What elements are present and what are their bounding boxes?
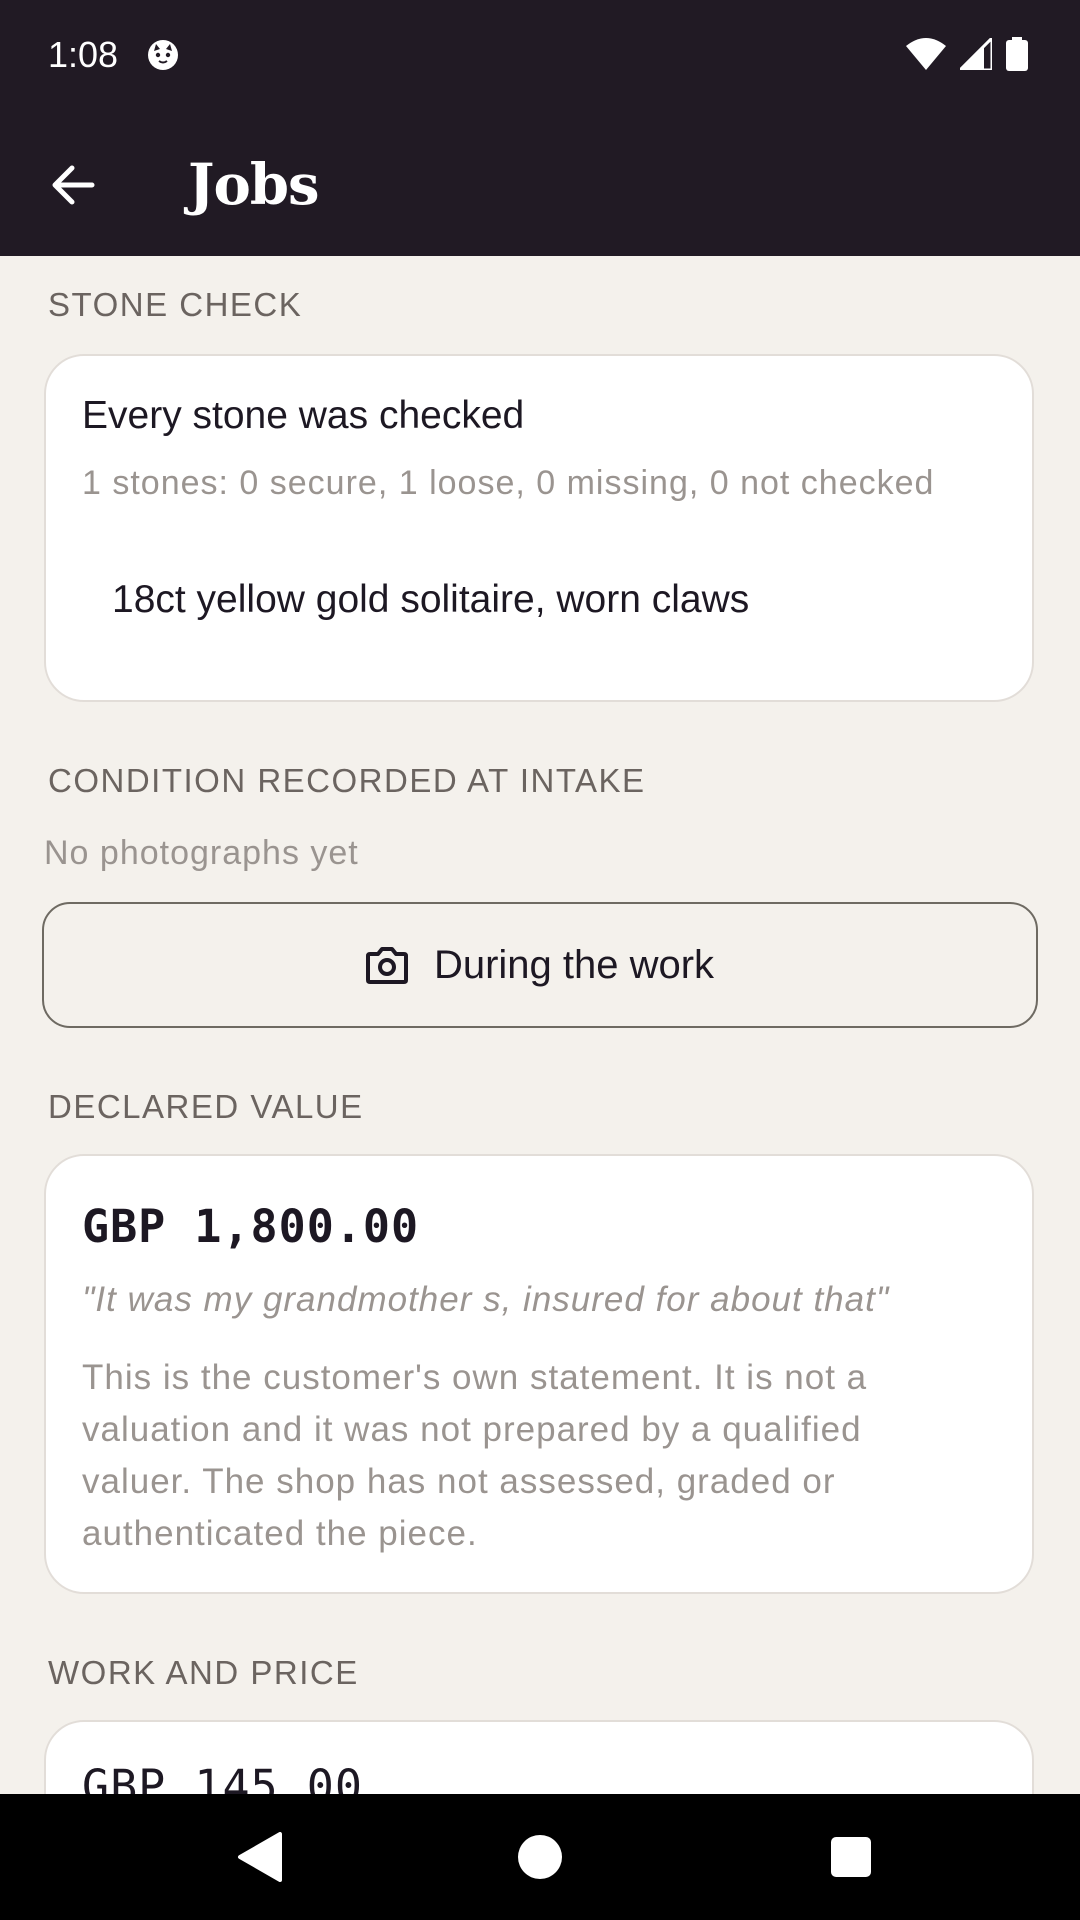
- stone-check-card: Every stone was checked 1 stones: 0 secu…: [44, 354, 1034, 702]
- condition-label: CONDITION RECORDED AT INTAKE: [48, 762, 646, 799]
- status-time: 1:08: [48, 34, 119, 75]
- declared-value-label: DECLARED VALUE: [48, 1088, 364, 1125]
- back-button[interactable]: [38, 150, 108, 220]
- stone-check-title: Every stone was checked: [82, 394, 525, 437]
- during-work-photo-button[interactable]: During the work: [42, 902, 1038, 1028]
- declared-value-card: GBP 1,800.00 "It was my grandmother s, i…: [44, 1154, 1034, 1594]
- stone-check-label: STONE CHECK: [48, 286, 303, 323]
- home-circle-icon: [518, 1835, 562, 1879]
- nav-recents-button[interactable]: [818, 1824, 884, 1890]
- cat-notification-icon: [146, 38, 180, 72]
- back-triangle-icon: [238, 1832, 282, 1882]
- page-title: Jobs: [188, 152, 320, 218]
- nav-home-button[interactable]: [507, 1824, 573, 1890]
- battery-icon: [1006, 36, 1028, 76]
- status-bar: 1:08: [0, 0, 1080, 110]
- declared-value-amount: GBP 1,800.00: [82, 1200, 420, 1253]
- work-and-price-label: WORK AND PRICE: [48, 1654, 359, 1691]
- valuation-disclaimer: This is the customer's own statement. It…: [82, 1358, 868, 1553]
- recents-square-icon: [831, 1837, 871, 1877]
- signal-icon: [956, 33, 994, 75]
- app-bar: Jobs: [0, 110, 1080, 256]
- arrow-left-icon: [52, 165, 95, 205]
- stone-check-summary: 1 stones: 0 secure, 1 loose, 0 missing, …: [82, 464, 935, 502]
- nav-back-button[interactable]: [226, 1824, 292, 1890]
- work-price-amount: GBP 145.00: [82, 1760, 363, 1794]
- customer-quote: "It was my grandmother s, insured for ab…: [82, 1280, 890, 1319]
- wifi-icon: [906, 37, 946, 75]
- during-work-button-label: During the work: [433, 942, 715, 987]
- no-photos-text: No photographs yet: [44, 834, 359, 872]
- camera-icon: [365, 947, 408, 984]
- job-detail-content[interactable]: STONE CHECK Every stone was checked 1 st…: [0, 256, 1080, 1794]
- system-navigation-bar: [0, 1794, 1080, 1920]
- work-and-price-card: GBP 145.00: [44, 1720, 1034, 1794]
- item-description: 18ct yellow gold solitaire, worn claws: [112, 578, 750, 621]
